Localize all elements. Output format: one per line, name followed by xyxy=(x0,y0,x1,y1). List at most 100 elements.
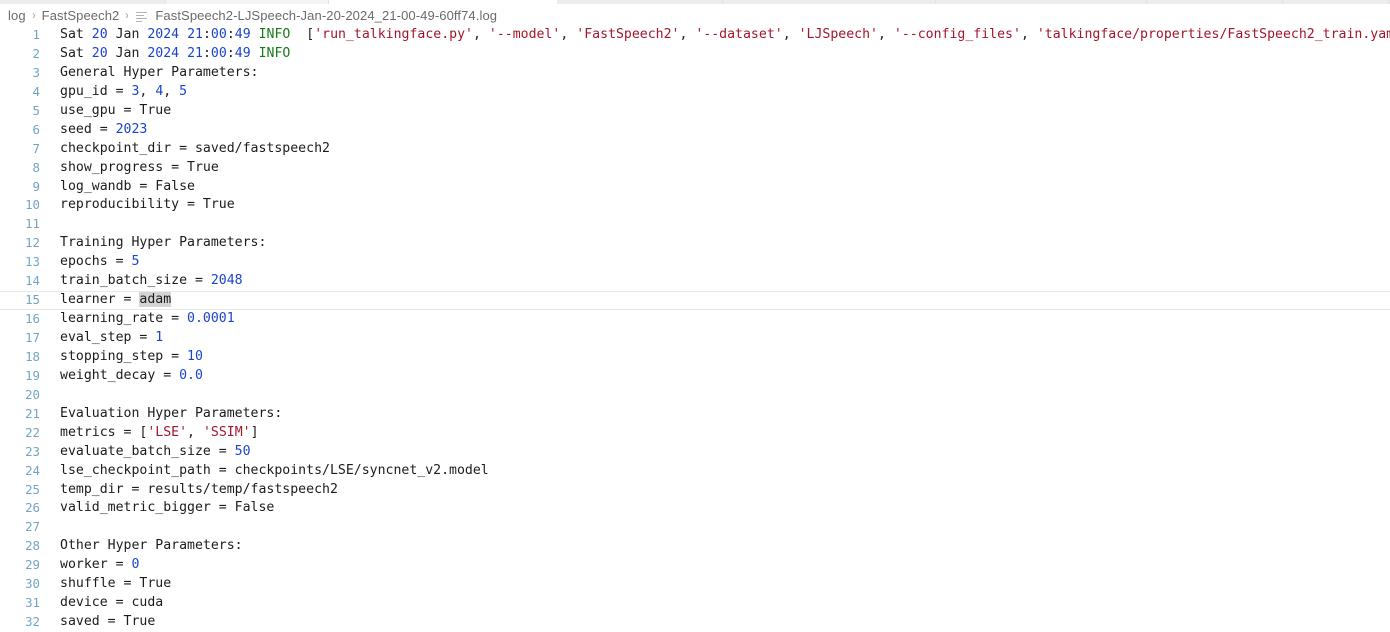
token-plain: temp_dir = results/temp/fastspeech2 xyxy=(60,481,338,497)
line-content[interactable]: valid_metric_bigger = False xyxy=(40,499,1390,518)
line-content[interactable]: reproducibility = True xyxy=(40,196,1390,215)
token-num: 2024 xyxy=(147,45,180,61)
editor-line[interactable]: 12 Training Hyper Parameters: xyxy=(0,234,1390,253)
editor-line[interactable]: 30 shuffle = True xyxy=(0,575,1390,594)
editor-line[interactable]: 22 metrics = ['LSE', 'SSIM'] xyxy=(0,424,1390,443)
line-content[interactable]: lse_checkpoint_path = checkpoints/LSE/sy… xyxy=(40,462,1390,481)
tab-remnant[interactable] xyxy=(723,0,936,4)
editor-line[interactable]: 31 device = cuda xyxy=(0,594,1390,613)
editor-line[interactable]: 29 worker = 0 xyxy=(0,556,1390,575)
editor-line[interactable]: 3 General Hyper Parameters: xyxy=(0,64,1390,83)
tab-remnant[interactable] xyxy=(1283,0,1390,4)
token-plain: saved = True xyxy=(60,614,156,630)
breadcrumb-item-folder-log[interactable]: log xyxy=(7,8,27,23)
line-content[interactable]: shuffle = True xyxy=(40,575,1390,594)
editor-line[interactable]: 32 saved = True xyxy=(0,613,1390,632)
editor-line[interactable]: 6 seed = 2023 xyxy=(0,121,1390,140)
line-content[interactable]: weight_decay = 0.0 xyxy=(40,367,1390,386)
line-content[interactable]: metrics = ['LSE', 'SSIM'] xyxy=(40,424,1390,443)
tab-remnant[interactable] xyxy=(936,0,1147,4)
editor-line[interactable]: 28 Other Hyper Parameters: xyxy=(0,537,1390,556)
token-plain: use_gpu = True xyxy=(60,102,172,118)
line-content[interactable]: Training Hyper Parameters: xyxy=(40,234,1390,253)
token-num: 00 xyxy=(210,27,227,42)
line-number: 29 xyxy=(25,557,40,573)
line-content[interactable]: learner = adam xyxy=(40,291,1390,310)
editor-line[interactable]: 10 reproducibility = True xyxy=(0,196,1390,215)
editor-line[interactable]: 1 Sat 20 Jan 2024 21:00:49 INFO ['run_tal… xyxy=(0,26,1390,45)
line-number: 32 xyxy=(25,614,40,630)
line-content[interactable]: General Hyper Parameters: xyxy=(40,64,1390,83)
token-num: 1 xyxy=(155,330,164,345)
line-number: 3 xyxy=(32,64,40,80)
line-content[interactable]: eval_step = 1 xyxy=(40,329,1390,348)
line-content[interactable]: learning_rate = 0.0001 xyxy=(40,310,1390,329)
token-num: 20 xyxy=(91,45,108,61)
editor-line[interactable]: 8 show_progress = True xyxy=(0,159,1390,178)
tab-remnant-active[interactable] xyxy=(166,0,329,4)
editor-line[interactable]: 16 learning_rate = 0.0001 xyxy=(0,310,1390,329)
line-content[interactable]: Other Hyper Parameters: xyxy=(40,537,1390,556)
editor-line[interactable]: 19 weight_decay = 0.0 xyxy=(0,367,1390,386)
line-number: 23 xyxy=(25,443,40,459)
editor-line[interactable]: 13 epochs = 5 xyxy=(0,253,1390,272)
editor-line[interactable]: 24 lse_checkpoint_path = checkpoints/LSE/… xyxy=(0,462,1390,481)
line-content[interactable]: epochs = 5 xyxy=(40,253,1390,272)
line-content[interactable]: use_gpu = True xyxy=(40,102,1390,121)
line-number: 7 xyxy=(32,140,40,156)
line-content[interactable]: Evaluation Hyper Parameters: xyxy=(40,405,1390,424)
editor-line[interactable]: 18 stopping_step = 10 xyxy=(0,348,1390,367)
editor-line[interactable]: 26 valid_metric_bigger = False xyxy=(0,499,1390,518)
editor-line-current[interactable]: 15 learner = adam xyxy=(0,291,1390,311)
line-number: 4 xyxy=(32,83,40,99)
editor-line[interactable]: 14 train_batch_size = 2048 xyxy=(0,272,1390,291)
editor-line[interactable]: 11 xyxy=(0,215,1390,234)
line-content[interactable]: seed = 2023 xyxy=(40,121,1390,140)
line-content[interactable]: Sat 20 Jan 2024 21:00:49 INFO ['run_talk… xyxy=(40,26,1390,45)
log-file-editor[interactable]: 1 Sat 20 Jan 2024 21:00:49 INFO ['run_tal… xyxy=(0,26,1390,632)
line-number: 28 xyxy=(25,538,40,554)
breadcrumb-item-folder-fastspeech2[interactable]: FastSpeech2 xyxy=(41,8,121,23)
token-plain: learning_rate = xyxy=(60,311,188,327)
line-number: 17 xyxy=(25,330,40,345)
line-content[interactable]: worker = 0 xyxy=(40,556,1390,575)
token-plain: eval_step = xyxy=(60,330,156,345)
editor-line[interactable]: 4 gpu_id = 3, 4, 5 xyxy=(0,83,1390,102)
breadcrumb: log › FastSpeech2 › FastSpeech2-LJSpeech… xyxy=(0,4,1390,26)
editor-line[interactable]: 7 checkpoint_dir = saved/fastspeech2 xyxy=(0,140,1390,159)
editor-line[interactable]: 21 Evaluation Hyper Parameters: xyxy=(0,405,1390,424)
line-number: 2 xyxy=(32,45,40,61)
token-plain: : xyxy=(202,45,211,61)
editor-line[interactable]: 9 log_wandb = False xyxy=(0,178,1390,197)
line-content[interactable]: stopping_step = 10 xyxy=(40,348,1390,367)
token-plain: ] xyxy=(250,424,259,440)
token-plain: weight_decay = xyxy=(60,367,180,383)
line-content[interactable]: train_batch_size = 2048 xyxy=(40,272,1390,291)
line-content[interactable]: show_progress = True xyxy=(40,159,1390,178)
line-content[interactable]: saved = True xyxy=(40,613,1390,632)
editor-line[interactable]: 25 temp_dir = results/temp/fastspeech2 xyxy=(0,481,1390,500)
editor-line[interactable]: 23 evaluate_batch_size = 50 xyxy=(0,443,1390,462)
tab-remnant[interactable] xyxy=(557,0,723,4)
editor-line[interactable]: 20 xyxy=(0,386,1390,405)
editor-line[interactable]: 2 Sat 20 Jan 2024 21:00:49 INFO xyxy=(0,45,1390,64)
tab-remnant[interactable] xyxy=(0,0,166,4)
editor-line[interactable]: 27 xyxy=(0,518,1390,537)
line-content[interactable]: evaluate_batch_size = 50 xyxy=(40,443,1390,462)
line-content[interactable]: temp_dir = results/temp/fastspeech2 xyxy=(40,481,1390,500)
line-content[interactable]: checkpoint_dir = saved/fastspeech2 xyxy=(40,140,1390,159)
line-content[interactable]: Sat 20 Jan 2024 21:00:49 INFO xyxy=(40,45,1390,64)
line-content[interactable]: gpu_id = 3, 4, 5 xyxy=(40,83,1390,102)
editor-line[interactable]: 5 use_gpu = True xyxy=(0,102,1390,121)
token-plain: Training Hyper Parameters: xyxy=(60,235,267,251)
editor-line[interactable]: 17 eval_step = 1 xyxy=(0,329,1390,348)
line-content[interactable]: log_wandb = False xyxy=(40,178,1390,197)
token-num: 21 xyxy=(187,27,203,42)
tab-strip-remnant xyxy=(0,0,1390,4)
line-content[interactable]: device = cuda xyxy=(40,594,1390,613)
token-str: '--model' xyxy=(488,27,561,42)
breadcrumb-item-file[interactable]: FastSpeech2-LJSpeech-Jan-20-2024_21-00-4… xyxy=(135,8,498,23)
tab-remnant[interactable] xyxy=(1147,0,1283,4)
token-plain: worker = xyxy=(60,557,132,573)
